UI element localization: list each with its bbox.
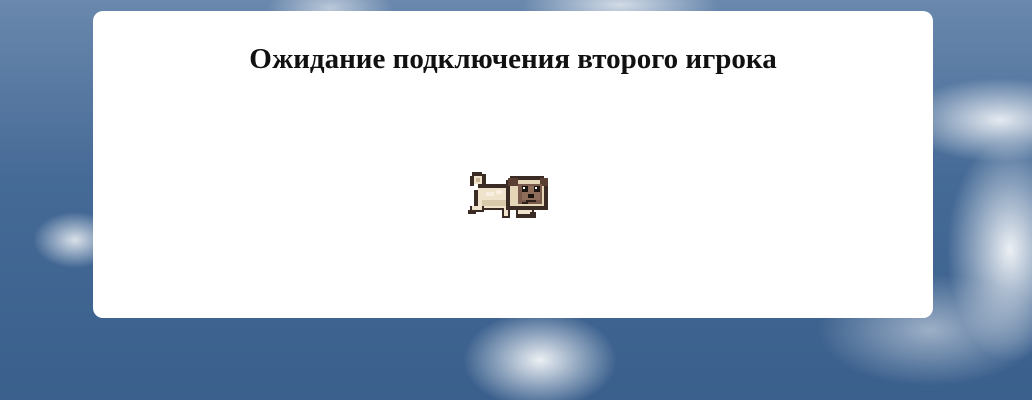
- waiting-title: Ожидание подключения второго игрока: [249, 43, 777, 75]
- running-pug-icon: [466, 166, 558, 232]
- waiting-dialog: Ожидание подключения второго игрока: [93, 11, 933, 318]
